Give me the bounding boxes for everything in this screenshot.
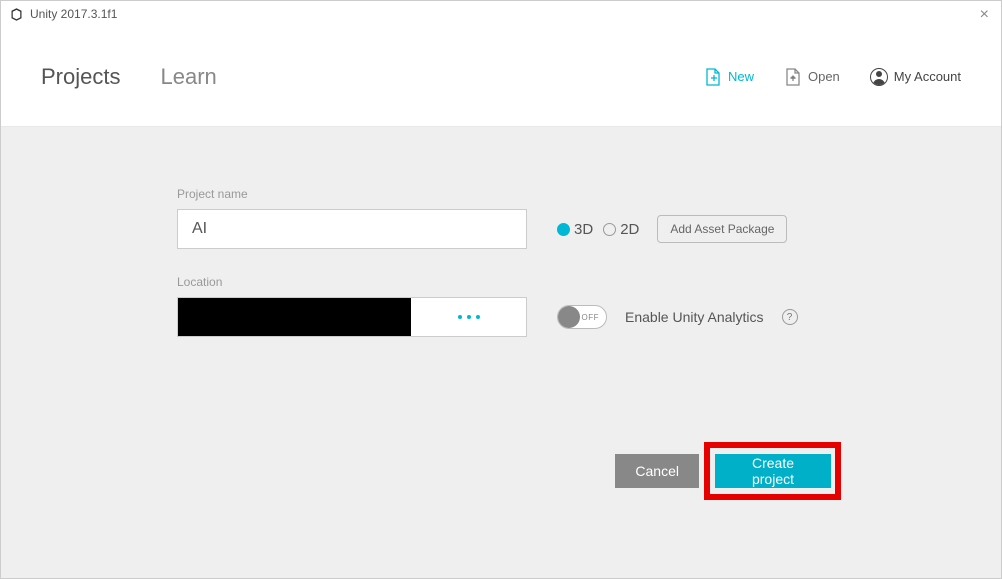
location-redacted [178,298,411,336]
window-title: Unity 2017.3.1f1 [30,7,117,21]
titlebar: Unity 2017.3.1f1 × [1,1,1001,27]
toggle-state-label: OFF [582,313,600,322]
project-name-label: Project name [177,187,527,201]
dot-icon [458,315,462,319]
analytics-label: Enable Unity Analytics [625,309,764,325]
dimension-radio-group: 3D 2D [557,221,639,238]
header-actions: New Open My Account [704,68,961,86]
open-file-icon [784,68,802,86]
avatar-icon [870,68,888,86]
open-button[interactable]: Open [784,68,840,86]
tab-learn[interactable]: Learn [160,64,216,90]
toggle-knob-icon [558,306,580,328]
radio-3d-label: 3D [574,221,593,238]
my-account-button[interactable]: My Account [870,68,961,86]
radio-3d[interactable]: 3D [557,221,593,238]
dot-icon [467,315,471,319]
location-row: Location OFF Enable Unity Analytics ? [1,275,1001,337]
open-label: Open [808,69,840,84]
header: Projects Learn New Open My Account [1,27,1001,127]
radio-circle-icon [557,223,570,236]
tab-projects[interactable]: Projects [41,64,120,90]
content-area: Project name 3D 2D Add Asset Package Loc… [1,127,1001,578]
cancel-button[interactable]: Cancel [615,454,699,488]
radio-2d[interactable]: 2D [603,221,639,238]
location-input[interactable] [177,297,527,337]
new-button[interactable]: New [704,68,754,86]
analytics-toggle[interactable]: OFF [557,305,607,329]
tabs: Projects Learn [41,64,217,90]
new-file-icon [704,68,722,86]
radio-circle-icon [603,223,616,236]
location-label: Location [177,275,527,289]
create-project-button[interactable]: Create project [715,454,831,488]
close-icon[interactable]: × [980,7,989,23]
dot-icon [476,315,480,319]
project-name-row: Project name 3D 2D Add Asset Package [1,187,1001,249]
unity-logo-icon [9,7,24,22]
help-icon[interactable]: ? [782,309,798,325]
new-label: New [728,69,754,84]
radio-2d-label: 2D [620,221,639,238]
account-label: My Account [894,69,961,84]
project-name-input[interactable] [177,209,527,249]
button-row: Cancel Create project [615,454,831,488]
location-browse-button[interactable] [411,298,526,336]
add-asset-package-button[interactable]: Add Asset Package [657,215,787,243]
